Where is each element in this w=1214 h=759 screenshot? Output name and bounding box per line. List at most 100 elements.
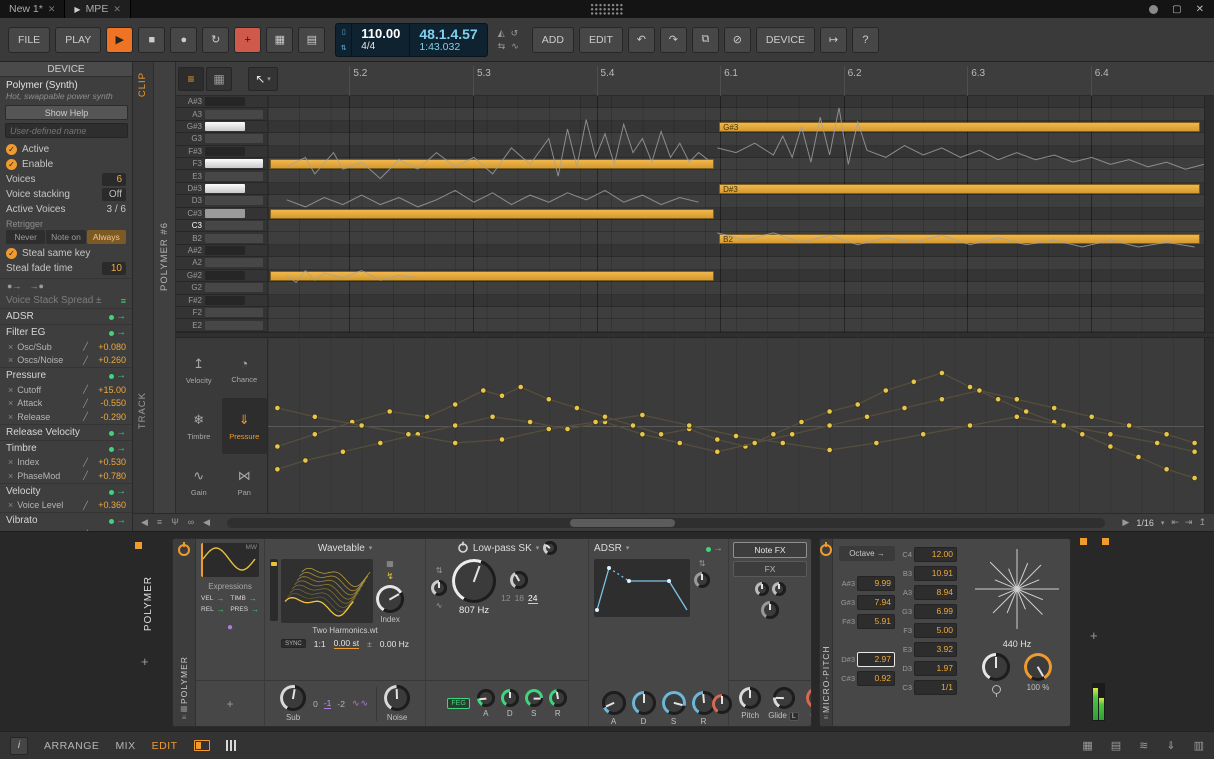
mappings-icon[interactable]: ≋ xyxy=(1139,739,1148,752)
envelope-type-selector[interactable]: ADSR xyxy=(594,543,622,554)
duplicate-button[interactable]: ⧉ xyxy=(692,27,719,53)
pressure-point[interactable] xyxy=(855,402,861,408)
clip-track-tab-strip[interactable]: CLIP TRACK xyxy=(133,62,154,531)
close-window-button[interactable]: ✕ xyxy=(1196,4,1204,15)
pressure-point[interactable] xyxy=(1023,409,1029,415)
pressure-point[interactable] xyxy=(378,440,384,446)
expression-lane-pressure[interactable]: ⇓Pressure xyxy=(222,398,268,454)
feg-badge[interactable]: FEG xyxy=(447,698,469,709)
polymer-power-button[interactable] xyxy=(178,544,190,556)
playhead-time-value[interactable]: 1:43.032 xyxy=(419,42,477,53)
route-in-icon[interactable]: ●→ xyxy=(7,281,21,291)
mixer-strips-icon[interactable] xyxy=(226,740,236,751)
sub-octave-0[interactable]: 0 xyxy=(313,699,318,709)
add-device-before-button[interactable]: + xyxy=(141,654,149,669)
micropitch-tuning-value[interactable]: 5.00 xyxy=(914,623,957,638)
metronome-icon[interactable]: ◭ xyxy=(498,28,505,39)
pressure-point[interactable] xyxy=(1014,414,1020,420)
remove-modulation-icon[interactable]: × xyxy=(8,412,13,422)
undo-button[interactable]: ↶ xyxy=(628,27,655,53)
time-signature-value[interactable]: 4/4 xyxy=(361,41,400,52)
retrigger-option-never[interactable]: Never xyxy=(6,230,45,244)
pressure-point[interactable] xyxy=(490,414,496,420)
retrigger-option-note-on[interactable]: Note on xyxy=(46,230,85,244)
horizontal-scrollbar[interactable] xyxy=(227,518,1105,528)
pressure-point[interactable] xyxy=(452,402,458,408)
micropitch-tuning-value[interactable]: 0.92 xyxy=(857,671,895,686)
add-oscillator-button[interactable]: + xyxy=(227,697,234,711)
mod-amount-value[interactable]: -0.550 xyxy=(92,398,126,408)
filter-slope-24[interactable]: 24 xyxy=(528,593,537,604)
expression-lane-pan[interactable]: ⋈Pan xyxy=(222,454,268,510)
pressure-point[interactable] xyxy=(658,432,664,438)
pitch-knob[interactable] xyxy=(739,687,761,709)
track-name-strip[interactable]: POLYMER #6 xyxy=(154,62,176,531)
piano-key[interactable]: B2 xyxy=(176,232,267,244)
pressure-point[interactable] xyxy=(883,388,889,394)
remove-modulation-icon[interactable]: × xyxy=(8,355,13,365)
pressure-point[interactable] xyxy=(640,412,646,418)
envelope-knob-s[interactable] xyxy=(662,691,686,715)
pressure-point[interactable] xyxy=(452,423,458,429)
polymer-remote-icon[interactable]: ▦ xyxy=(180,704,188,713)
pressure-point[interactable] xyxy=(275,444,281,450)
pressure-point[interactable] xyxy=(593,419,599,425)
micropitch-power-button[interactable] xyxy=(820,544,832,556)
show-help-button[interactable]: Show Help xyxy=(5,105,128,120)
pressure-point[interactable] xyxy=(799,419,805,425)
pressure-point[interactable] xyxy=(1192,440,1198,446)
timeline-ruler[interactable]: 5.25.35.46.16.26.36.4 xyxy=(268,62,1204,96)
expression-slot-rel[interactable]: REL→ xyxy=(201,605,226,614)
pressure-point[interactable] xyxy=(406,432,412,438)
pressure-point[interactable] xyxy=(911,379,917,385)
filter-cutoff-value[interactable]: 807 Hz xyxy=(459,605,489,616)
micropitch-tuning-value[interactable]: 7.94 xyxy=(857,595,895,610)
pressure-point[interactable] xyxy=(1154,440,1160,446)
timeline-tick[interactable]: 6.4 xyxy=(1091,66,1092,96)
out-knob[interactable] xyxy=(806,687,812,709)
envelope-knob-a[interactable] xyxy=(602,691,626,715)
osc-waveform-display[interactable]: MW xyxy=(201,543,259,577)
follow-playhead-button[interactable]: ↦ xyxy=(820,27,847,53)
pressure-point[interactable] xyxy=(715,449,721,455)
piano-key[interactable]: E2 xyxy=(176,319,267,331)
pressure-point[interactable] xyxy=(977,388,983,394)
piano-key[interactable]: F#3 xyxy=(176,146,267,158)
polymer-device-name[interactable]: POLYMER xyxy=(179,564,189,704)
pressure-point[interactable] xyxy=(303,458,309,464)
pressure-point[interactable] xyxy=(424,414,430,420)
zoom-icon-0[interactable]: ⇤ xyxy=(1171,517,1179,528)
help-button[interactable]: ? xyxy=(852,27,879,53)
sub-knob[interactable] xyxy=(280,685,306,711)
mod-target-icon[interactable]: ● xyxy=(201,622,259,633)
scroll-right-icon[interactable]: ▶ xyxy=(1122,517,1129,528)
edit-menu-button[interactable]: EDIT xyxy=(579,27,623,53)
expression-slot-timb[interactable]: TIMB→ xyxy=(230,594,259,603)
mod-route-icon[interactable]: → xyxy=(109,486,126,497)
pressure-point[interactable] xyxy=(630,423,636,429)
remove-modulation-icon[interactable]: × xyxy=(8,398,13,408)
micropitch-mix-knob[interactable] xyxy=(1024,653,1052,681)
pressure-point[interactable] xyxy=(715,437,721,443)
filter-slope-18[interactable]: 18 xyxy=(515,593,524,604)
micropitch-tuning-value[interactable]: 1.97 xyxy=(914,661,957,676)
mod-route-icon[interactable]: → xyxy=(109,311,126,322)
add-launcher-button[interactable]: + xyxy=(234,27,261,53)
feg-knob-a[interactable] xyxy=(477,689,495,707)
timeline-tick[interactable]: 6.1 xyxy=(720,66,721,96)
glide-legato-badge[interactable]: L xyxy=(789,712,799,721)
play-menu-button[interactable]: PLAY xyxy=(55,27,101,53)
filter-drive-knob[interactable] xyxy=(543,541,557,555)
pressure-point[interactable] xyxy=(1089,414,1095,420)
pressure-point[interactable] xyxy=(546,397,552,403)
pressure-point[interactable] xyxy=(677,440,683,446)
micropitch-tuning-value[interactable]: 3.92 xyxy=(914,642,957,657)
retrigger-option-always[interactable]: Always xyxy=(87,230,126,244)
filter-type-selector[interactable]: Low-pass SK xyxy=(473,543,532,554)
file-menu-button[interactable]: FILE xyxy=(8,27,50,53)
fold-view-button[interactable]: ▦ xyxy=(206,67,232,91)
pressure-point[interactable] xyxy=(359,423,365,429)
pressure-point[interactable] xyxy=(275,467,281,473)
micropitch-tuning-value[interactable]: 1/1 xyxy=(914,680,957,695)
route-out-icon[interactable]: →● xyxy=(29,281,43,291)
